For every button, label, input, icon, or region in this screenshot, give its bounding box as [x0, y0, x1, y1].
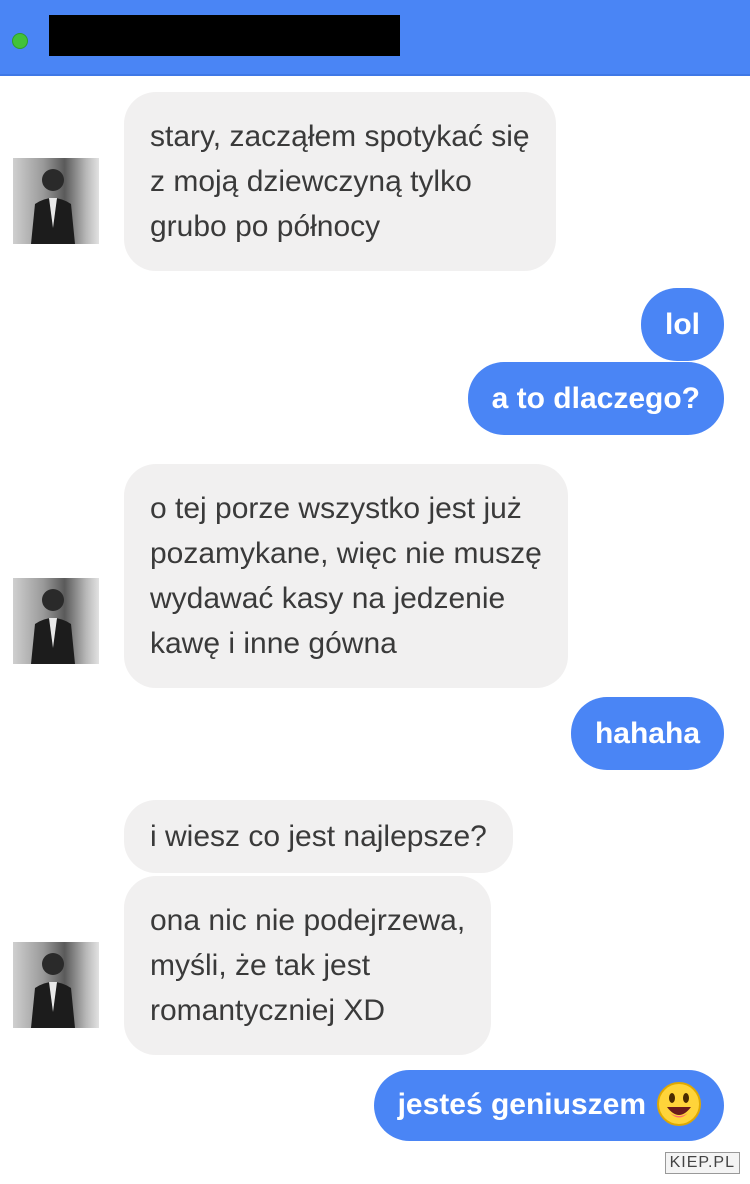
message-text: jesteś geniuszem	[397, 1088, 646, 1121]
contact-avatar[interactable]	[13, 158, 99, 244]
message-received: stary, zacząłem spotykać się z moją dzie…	[124, 92, 556, 271]
contact-avatar[interactable]	[13, 578, 99, 664]
message-sent: jesteś geniuszem	[373, 1070, 724, 1142]
chat-header	[0, 0, 750, 76]
contact-avatar[interactable]	[13, 942, 99, 1028]
contact-name-redacted	[49, 15, 400, 56]
message-sent: a to dlaczego?	[467, 362, 724, 435]
message-text: hahaha	[594, 717, 700, 750]
message-text: a to dlaczego?	[491, 382, 700, 415]
message-text-line: z moją dziewczyną tylko	[150, 165, 472, 198]
message-text-line: stary, zacząłem spotykać się	[150, 120, 530, 153]
message-text-line: grubo po północy	[150, 210, 381, 243]
message-text-line: pozamykane, więc nie muszę	[150, 537, 542, 570]
message-sent: lol	[641, 288, 724, 361]
message-text-line: myśli, że tak jest	[150, 949, 371, 982]
online-status-icon	[12, 33, 28, 49]
message-text: i wiesz co jest najlepsze?	[150, 820, 487, 853]
message-text-line: ona nic nie podejrzewa,	[150, 904, 466, 937]
message-received: i wiesz co jest najlepsze?	[124, 800, 513, 873]
grinning-face-icon	[656, 1081, 702, 1127]
message-sent: hahaha	[570, 697, 724, 770]
watermark-logo: KIEP.PL	[664, 1152, 740, 1174]
message-text-line: o tej porze wszystko jest już	[150, 492, 522, 525]
message-text: lol	[665, 308, 700, 341]
message-received: ona nic nie podejrzewa, myśli, że tak je…	[124, 876, 492, 1055]
message-received: o tej porze wszystko jest już pozamykane…	[124, 464, 568, 688]
message-text-line: romantyczniej XD	[150, 994, 386, 1027]
message-text-line: kawę i inne gówna	[150, 627, 397, 660]
message-text-line: wydawać kasy na jedzenie	[150, 582, 506, 615]
